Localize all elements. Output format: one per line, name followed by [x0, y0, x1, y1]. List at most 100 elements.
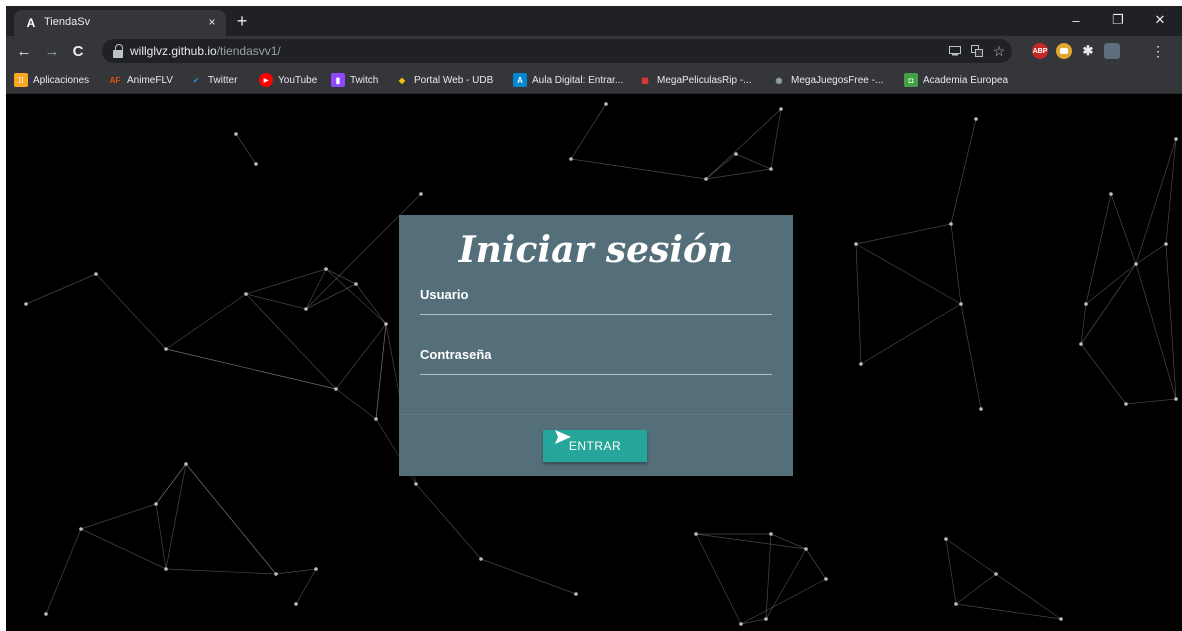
network-node	[1134, 262, 1138, 266]
megapeliculas-icon: ▦	[641, 75, 649, 85]
star-icon[interactable]: ☆	[990, 43, 1008, 59]
network-line	[1085, 193, 1112, 305]
browser-window: A TiendaSv × + – ❐ ✕ ← → C willglvz.gith…	[6, 6, 1182, 631]
network-node	[274, 572, 278, 576]
network-node	[24, 302, 28, 306]
network-node	[769, 532, 773, 536]
bookmark-item[interactable]: AF AnimeFLV	[108, 72, 173, 88]
reload-button[interactable]: C	[68, 41, 88, 61]
animeflv-icon: AF	[109, 75, 121, 85]
username-input[interactable]	[420, 287, 772, 315]
bookmark-label: YouTube	[278, 74, 318, 86]
bookmark-label: Portal Web - UDB	[414, 74, 494, 86]
network-node	[374, 417, 378, 421]
network-line	[1165, 243, 1177, 400]
bookmark-label: MegaPeliculasRip -...	[657, 74, 752, 86]
password-field[interactable]: Contraseña	[420, 347, 772, 375]
tab-tiendasv[interactable]: A TiendaSv ×	[14, 10, 226, 36]
network-line	[305, 283, 357, 310]
minimize-button[interactable]: –	[1056, 8, 1096, 32]
bookmark-item[interactable]: ◉ MegaJuegosFree -...	[772, 72, 884, 88]
puzzle-icon[interactable]: ✱	[1080, 43, 1096, 59]
network-node	[1079, 342, 1083, 346]
menu-icon[interactable]: ⋮	[1148, 41, 1168, 61]
username-field[interactable]: Usuario	[420, 287, 772, 315]
bookmark-label: Academia Europea	[923, 74, 1009, 86]
network-node	[824, 577, 828, 581]
enter-button[interactable]: ENTRAR	[543, 430, 647, 462]
network-node	[569, 157, 573, 161]
network-node	[354, 282, 358, 286]
network-line	[695, 533, 742, 625]
network-node	[949, 222, 953, 226]
extension-icon[interactable]	[1056, 43, 1072, 59]
cast-icon[interactable]	[946, 43, 964, 59]
twitch-icon: ▮	[331, 73, 345, 87]
bookmarks-bar: ⁞⁞ Aplicaciones AF AnimeFLV ✓ Twitter ▶ …	[6, 66, 1182, 94]
network-line	[1110, 193, 1137, 265]
network-node	[854, 242, 858, 246]
profile-avatar-icon[interactable]	[1104, 43, 1120, 59]
aula-digital-icon: A	[513, 73, 527, 87]
network-node	[254, 162, 258, 166]
network-node	[414, 482, 418, 486]
network-node	[954, 602, 958, 606]
network-node	[294, 602, 298, 606]
close-window-button[interactable]: ✕	[1140, 8, 1180, 32]
network-line	[165, 348, 337, 390]
network-line	[855, 243, 862, 365]
bookmark-item[interactable]: A Aula Digital: Entrar...	[513, 72, 623, 88]
close-tab-icon[interactable]: ×	[204, 14, 220, 30]
url-text[interactable]: willglvz.github.io/tiendasvv1/	[130, 44, 281, 58]
login-card: Iniciar sesión Usuario Contraseña ENTRAR	[399, 215, 793, 476]
new-tab-button[interactable]: +	[232, 11, 252, 31]
network-line	[245, 293, 307, 310]
bookmark-item[interactable]: ◆ Portal Web - UDB	[395, 72, 493, 88]
bookmark-item[interactable]: ▦ MegaPeliculasRip -...	[638, 72, 751, 88]
youtube-icon: ▶	[259, 73, 273, 87]
network-line	[165, 293, 247, 350]
network-line	[855, 223, 952, 245]
network-node	[164, 347, 168, 351]
network-node	[704, 177, 708, 181]
network-node	[1124, 402, 1128, 406]
back-button[interactable]: ←	[14, 41, 34, 61]
network-line	[95, 273, 167, 350]
network-node	[234, 132, 238, 136]
network-node	[959, 302, 963, 306]
send-icon	[555, 430, 571, 444]
network-line	[155, 463, 187, 505]
enter-button-label: ENTRAR	[568, 439, 622, 453]
bookmark-label: Aula Digital: Entrar...	[532, 74, 624, 86]
network-node	[1174, 137, 1178, 141]
network-line	[950, 223, 962, 305]
network-node	[479, 557, 483, 561]
bookmark-item[interactable]: ⁞⁞ Aplicaciones	[14, 72, 89, 88]
network-node	[694, 532, 698, 536]
network-line	[335, 388, 377, 420]
bookmark-item[interactable]: ◘ Academia Europea	[904, 72, 1008, 88]
card-divider	[399, 414, 793, 415]
lock-icon[interactable]	[112, 44, 126, 58]
network-line	[950, 118, 977, 225]
network-node	[1109, 192, 1113, 196]
bookmark-item[interactable]: ▮ Twitch	[331, 72, 378, 88]
network-node	[974, 117, 978, 121]
network-node	[1059, 617, 1063, 621]
password-input[interactable]	[420, 347, 772, 375]
network-node	[1174, 397, 1178, 401]
restore-button[interactable]: ❐	[1098, 8, 1138, 32]
forward-button[interactable]: →	[42, 41, 62, 61]
bookmark-item[interactable]: ▶ YouTube	[259, 72, 317, 88]
tab-bar: A TiendaSv × + – ❐ ✕	[6, 6, 1182, 36]
network-line	[80, 528, 167, 570]
network-line	[325, 268, 387, 325]
adblock-plus-icon[interactable]: ABP	[1032, 43, 1048, 59]
bookmark-item[interactable]: ✓ Twitter	[189, 72, 238, 88]
network-line	[335, 323, 387, 390]
translate-icon[interactable]	[968, 43, 986, 59]
network-line	[45, 528, 82, 615]
bookmark-label: Twitch	[350, 74, 379, 86]
network-line	[355, 283, 387, 325]
address-bar[interactable]: willglvz.github.io/tiendasvv1/ ☆	[102, 39, 1012, 63]
